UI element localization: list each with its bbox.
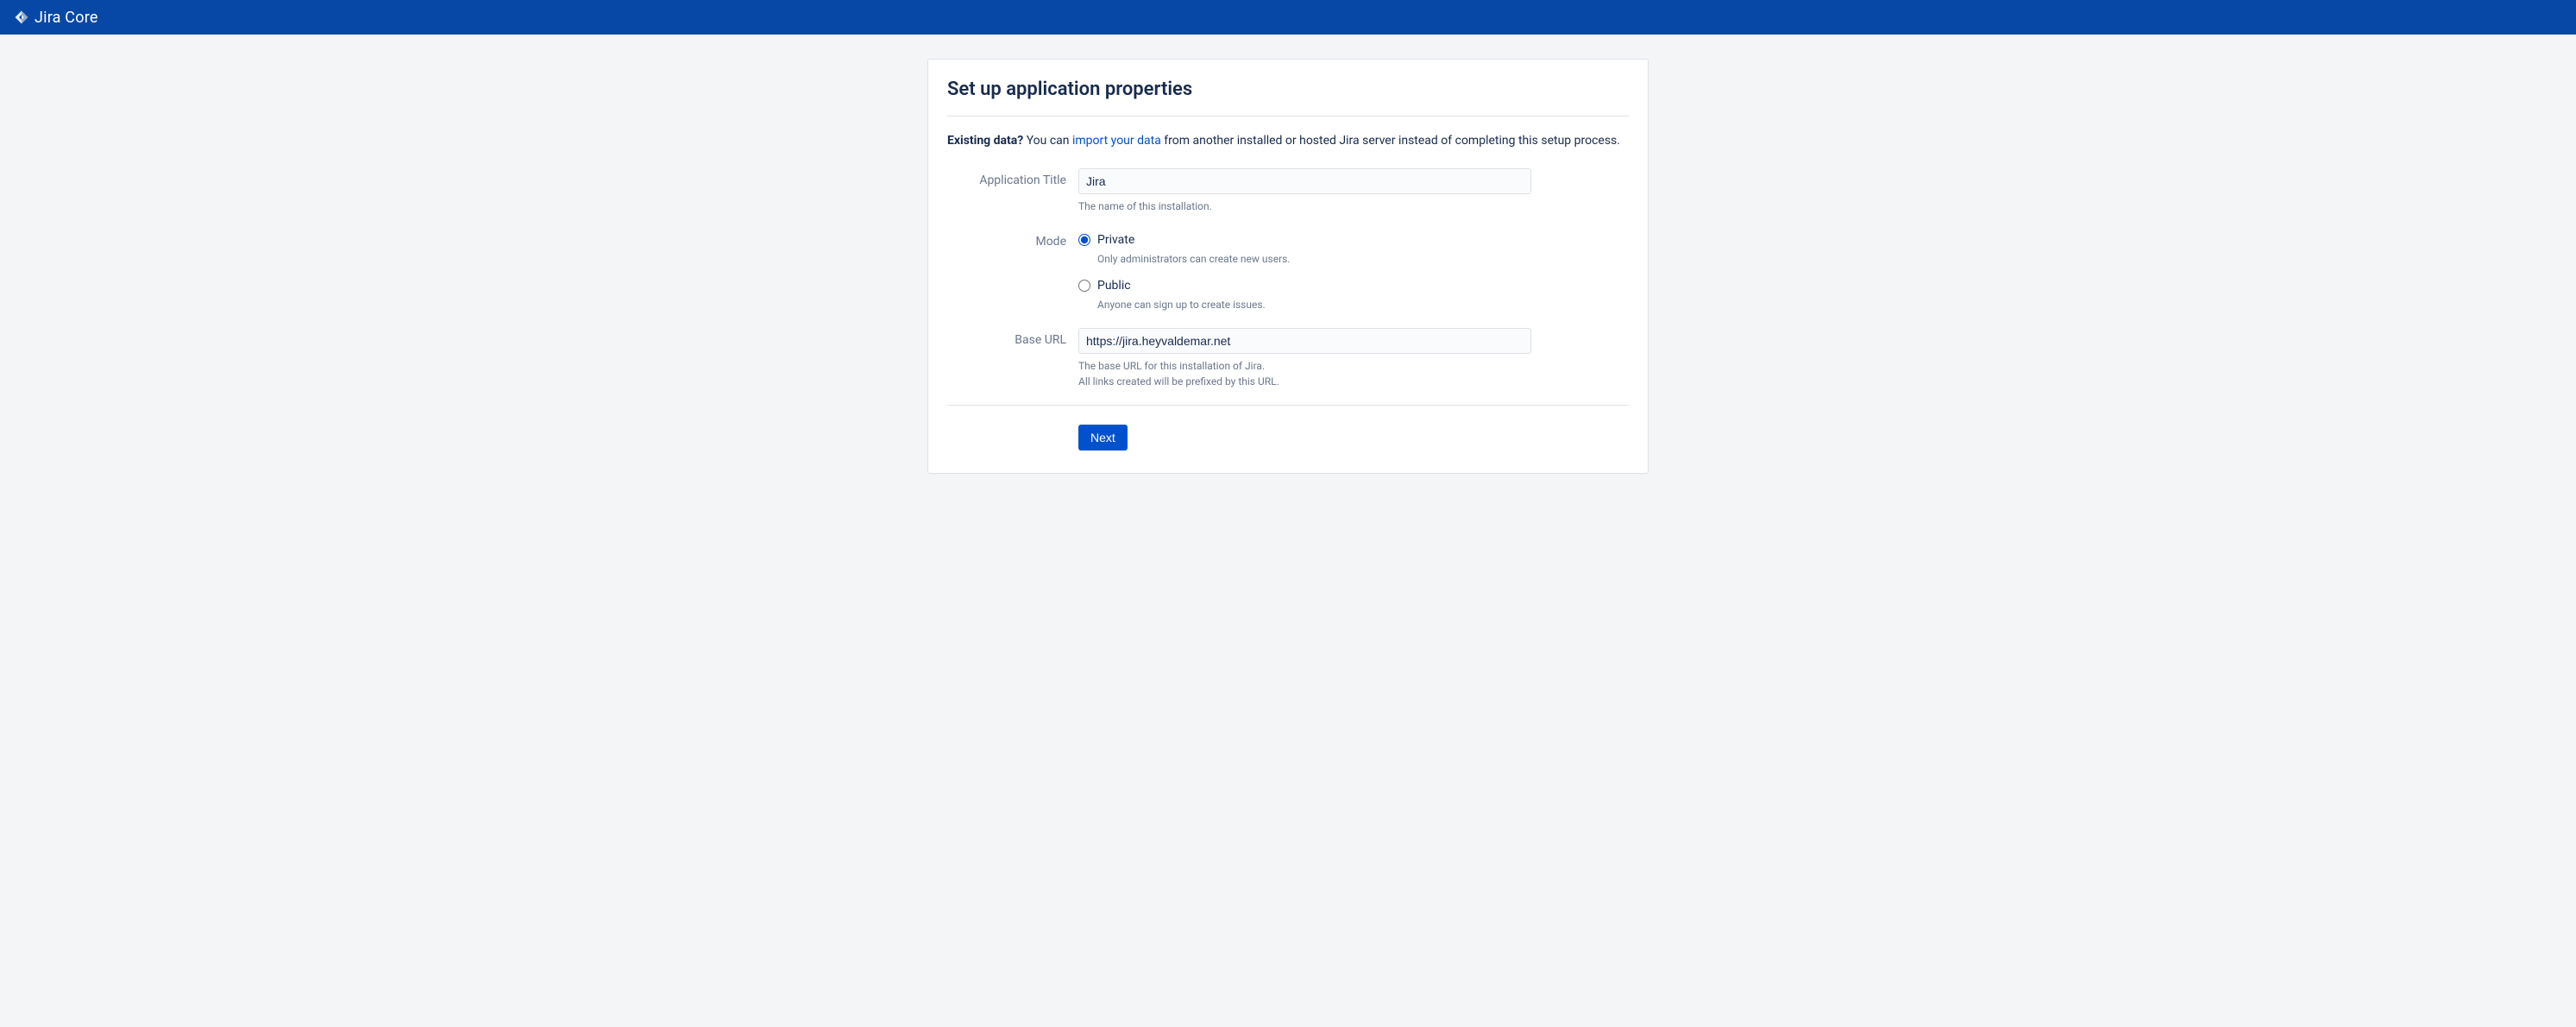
mode-private-option: Private	[1078, 233, 1531, 247]
page-title: Set up application properties	[947, 79, 1629, 100]
mode-private-label[interactable]: Private	[1097, 233, 1134, 247]
mode-row: Mode Private Only administrators can cre…	[947, 230, 1629, 312]
next-button[interactable]: Next	[1078, 425, 1128, 450]
mode-private-radio[interactable]	[1078, 234, 1090, 246]
base-url-help2: All links created will be prefixed by th…	[1078, 375, 1531, 389]
app-title-label: Application Title	[947, 168, 1078, 187]
intro-text: Existing data? You can import your data …	[947, 132, 1629, 149]
top-header: Jira Core	[0, 0, 2576, 35]
base-url-input[interactable]	[1078, 328, 1531, 354]
intro-after-link: from another installed or hosted Jira se…	[1161, 134, 1620, 148]
mode-public-label[interactable]: Public	[1097, 279, 1131, 293]
base-url-field: The base URL for this installation of Ji…	[1078, 328, 1531, 390]
jira-core-icon	[14, 9, 29, 25]
base-url-row: Base URL The base URL for this installat…	[947, 328, 1629, 390]
import-data-link[interactable]: import your data	[1072, 134, 1161, 148]
app-title-help: The name of this installation.	[1078, 199, 1531, 214]
base-url-help1: The base URL for this installation of Ji…	[1078, 359, 1531, 374]
mode-public-radio[interactable]	[1078, 280, 1090, 292]
setup-card: Set up application properties Existing d…	[927, 59, 1649, 474]
button-row: Next	[1078, 425, 1629, 450]
intro-bold: Existing data?	[947, 134, 1023, 148]
mode-public-option: Public	[1078, 279, 1531, 293]
intro-before-link: You can	[1023, 134, 1072, 148]
app-title-field: The name of this installation.	[1078, 168, 1531, 214]
footer-divider	[947, 405, 1629, 406]
product-logo: Jira Core	[14, 9, 98, 27]
mode-private-help: Only administrators can create new users…	[1097, 252, 1531, 267]
mode-public-help: Anyone can sign up to create issues.	[1097, 298, 1531, 312]
divider	[947, 116, 1629, 117]
product-name: Jira Core	[35, 9, 98, 27]
app-title-row: Application Title The name of this insta…	[947, 168, 1629, 214]
mode-label: Mode	[947, 230, 1078, 249]
mode-field: Private Only administrators can create n…	[1078, 230, 1531, 312]
app-title-input[interactable]	[1078, 168, 1531, 194]
base-url-label: Base URL	[947, 328, 1078, 347]
